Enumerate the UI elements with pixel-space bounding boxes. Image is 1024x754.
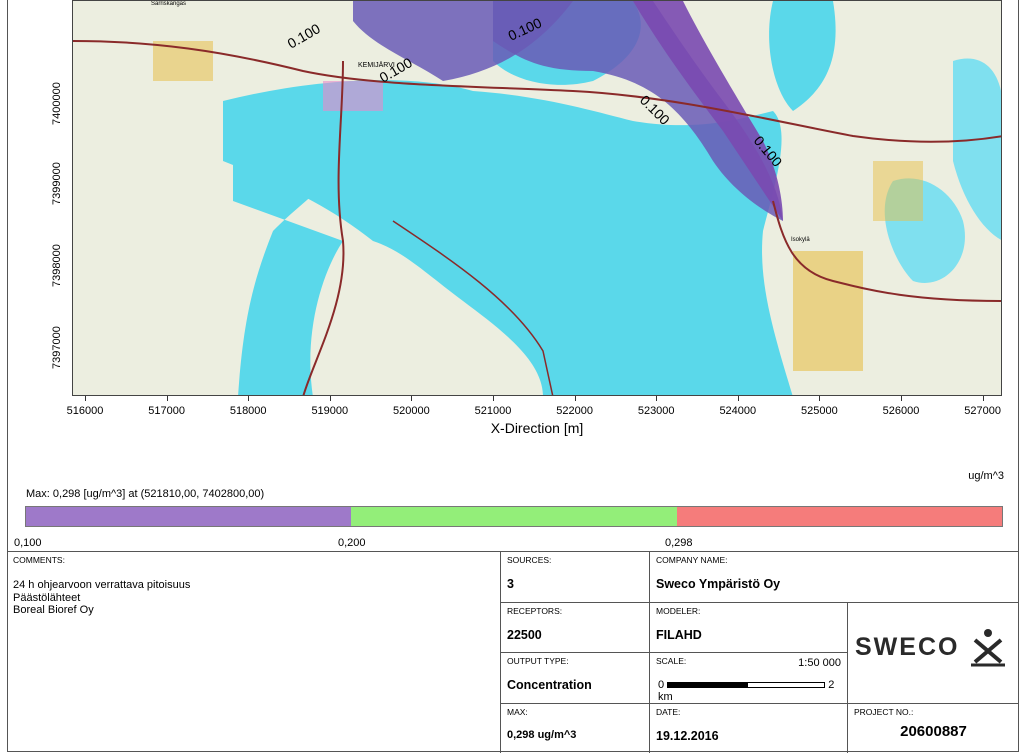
y-tick: 7397000 xyxy=(51,326,63,369)
units-label: ug/m^3 xyxy=(968,470,1004,482)
modeler-caption: MODELER: xyxy=(656,606,701,616)
max-value: 0,298 ug/m^3 xyxy=(507,729,577,741)
output-value: Concentration xyxy=(507,678,592,692)
modeler-value: FILAHD xyxy=(656,628,702,642)
legend-colorbar xyxy=(25,506,1003,527)
x-tick-label: 519000 xyxy=(311,405,349,417)
x-tick-mark xyxy=(329,396,331,401)
x-axis-label: X-Direction [m] xyxy=(490,420,584,436)
x-tick-label: 520000 xyxy=(393,405,430,417)
date-cell: DATE: 19.12.2016 xyxy=(649,703,847,753)
urban-area-4 xyxy=(873,161,923,221)
legend-segment xyxy=(676,507,1002,526)
sources-caption: SOURCES: xyxy=(507,555,552,565)
scale-bar: 0 2 km xyxy=(658,679,847,703)
map-svg: 0.100 0.100 0.100 0.100 0.100 KEMIJÄRVI … xyxy=(73,1,1001,395)
x-tick-mark xyxy=(493,396,494,401)
output-cell: OUTPUT TYPE: Concentration xyxy=(500,652,649,703)
x-tick-label: 516000 xyxy=(66,405,104,417)
output-caption: OUTPUT TYPE: xyxy=(507,656,569,666)
legend-tick: 0,100 xyxy=(14,537,42,549)
x-tick-mark xyxy=(411,396,413,401)
legend-segment xyxy=(26,507,352,526)
x-tick-mark xyxy=(982,396,984,401)
urban-area-3 xyxy=(793,251,863,371)
x-tick-label: 521000 xyxy=(474,405,512,417)
modeler-cell: MODELER: FILAHD xyxy=(649,602,847,652)
urban-area-2 xyxy=(323,81,383,111)
x-tick-label: 523000 xyxy=(637,405,675,417)
x-tick-label: 527000 xyxy=(964,405,1001,417)
place-label: KEMIJÄRVI xyxy=(358,61,395,69)
sources-value: 3 xyxy=(507,577,514,591)
receptors-caption: RECEPTORS: xyxy=(507,606,563,616)
max-location-text: Max: 0,298 [ug/m^3] at (521810,00, 74028… xyxy=(26,488,265,500)
x-tick-label: 522000 xyxy=(556,405,593,417)
project-value: 20600887 xyxy=(900,723,967,740)
project-caption: PROJECT NO.: xyxy=(854,707,914,717)
x-tick-mark xyxy=(737,396,739,401)
comment-line: Boreal Bioref Oy xyxy=(13,604,94,616)
y-tick: 7400000 xyxy=(51,82,63,125)
x-tick-label: 525000 xyxy=(801,405,838,417)
x-tick-mark xyxy=(656,396,658,401)
place-label: Sarriskangas xyxy=(151,1,186,7)
scale-ratio: 1:50 000 xyxy=(798,657,841,669)
date-value: 19.12.2016 xyxy=(656,729,719,743)
y-tick: 7399000 xyxy=(51,162,63,205)
comments-caption: COMMENTS: xyxy=(13,555,65,565)
max-cell: MAX: 0,298 ug/m^3 xyxy=(500,703,649,753)
sweco-emblem-icon xyxy=(971,629,1006,667)
x-tick-mark xyxy=(574,396,576,401)
max-caption: MAX: xyxy=(507,707,528,717)
sweco-logo: SWECO xyxy=(855,626,1009,668)
x-tick-mark xyxy=(819,396,821,401)
scale-bar-black xyxy=(667,682,748,689)
x-tick-label: 526000 xyxy=(882,405,920,417)
x-tick-mark xyxy=(166,396,168,401)
x-tick-label: 518000 xyxy=(229,405,267,417)
x-tick-mark xyxy=(901,396,902,401)
project-cell: PROJECT NO.: 20600887 xyxy=(847,703,1019,753)
comment-line: Päästölähteet xyxy=(13,591,81,604)
sources-cell: SOURCES: 3 xyxy=(500,552,649,602)
x-tick-label: 517000 xyxy=(148,405,185,417)
place-label: Isokylä xyxy=(791,237,810,243)
legend-tick: 0,200 xyxy=(338,537,366,549)
x-tick-mark xyxy=(248,396,250,401)
comment-line: 24 h ohjearvoon verrattava pitoisuus xyxy=(13,579,191,591)
scale-cell: SCALE: 1:50 000 0 2 km xyxy=(649,652,847,703)
scale-bar-white xyxy=(747,682,826,689)
x-tick-label: 524000 xyxy=(719,405,757,417)
receptors-cell: RECEPTORS: 22500 xyxy=(500,602,649,652)
scale-left-label: 0 xyxy=(658,679,665,691)
x-tick-mark xyxy=(85,396,86,401)
date-caption: DATE: xyxy=(656,707,681,717)
y-tick: 7398000 xyxy=(51,244,63,287)
company-caption: COMPANY NAME: xyxy=(656,555,728,565)
company-cell: COMPANY NAME: Sweco Ympäristö Oy xyxy=(649,552,1019,602)
logo-text: SWECO xyxy=(855,632,960,661)
legend-tick: 0,298 xyxy=(665,537,693,549)
map-canvas[interactable]: 0.100 0.100 0.100 0.100 0.100 KEMIJÄRVI … xyxy=(72,0,1002,396)
comments-cell: COMMENTS: 24 h ohjearvoon verrattava pit… xyxy=(7,552,500,752)
company-value: Sweco Ympäristö Oy xyxy=(656,577,781,591)
receptors-value: 22500 xyxy=(507,628,542,642)
legend-segment xyxy=(351,507,677,526)
